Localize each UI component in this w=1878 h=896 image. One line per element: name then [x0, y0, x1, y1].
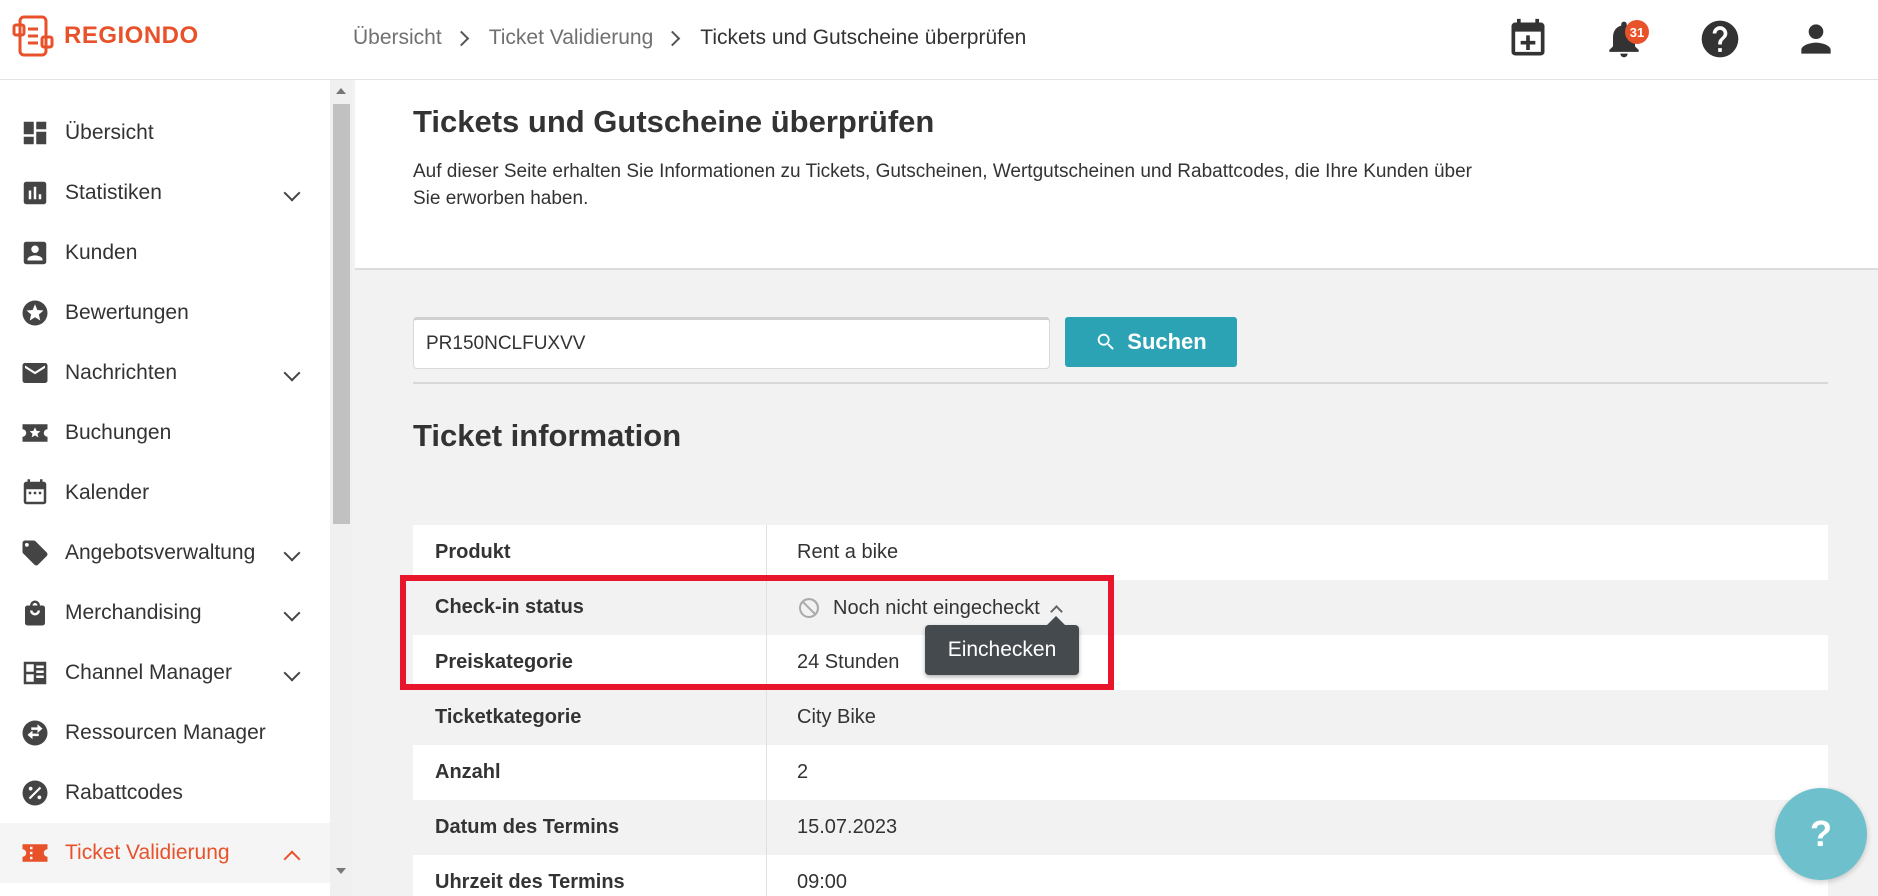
sidebar-item-label: Statistiken	[65, 181, 162, 204]
sidebar-item-label: Kalender	[65, 481, 150, 504]
row-value: 09:00	[797, 871, 848, 893]
sidebar-item-label: Buchungen	[65, 421, 172, 444]
breadcrumb-current: Tickets und Gutscheine überprüfen	[700, 26, 1027, 49]
sidebar-item-statistics[interactable]: Statistiken	[0, 163, 330, 223]
column-separator	[766, 525, 767, 580]
percent-icon	[20, 778, 50, 808]
table-row: Datum des Termins 15.07.2023	[413, 800, 1828, 855]
row-value: Rent a bike	[797, 541, 899, 563]
sidebar-item-offers[interactable]: Angebotsverwaltung	[0, 523, 330, 583]
row-key: Anzahl	[435, 761, 501, 783]
ticket-icon	[20, 838, 50, 868]
row-value: 2	[797, 761, 809, 783]
row-value: 15.07.2023	[797, 816, 898, 838]
sidebar-item-reviews[interactable]: Bewertungen	[0, 283, 330, 343]
star-icon	[20, 298, 50, 328]
scroll-up-icon[interactable]	[336, 88, 346, 94]
chevron-down-icon	[283, 184, 301, 202]
table-row: Anzahl 2	[413, 745, 1828, 800]
chevron-up-icon	[283, 850, 301, 868]
sidebar-item-ticket-validation[interactable]: Ticket Validierung	[0, 823, 330, 883]
column-separator	[766, 690, 767, 745]
sidebar-item-label: Channel Manager	[65, 661, 232, 684]
sidebar-item-label: Merchandising	[65, 601, 202, 624]
bar-chart-icon	[20, 178, 50, 208]
sidebar-item-bookings[interactable]: Buchungen	[0, 403, 330, 463]
help-chat-label: ?	[1810, 813, 1832, 854]
search-icon	[1097, 333, 1115, 350]
add-booking-button[interactable]	[1503, 14, 1553, 64]
sidebar-item-discount-codes[interactable]: Rabattcodes	[0, 763, 330, 823]
row-value: City Bike	[797, 706, 876, 728]
list-icon	[20, 658, 50, 688]
sidebar-item-label: Nachrichten	[65, 361, 178, 384]
chevron-down-icon	[283, 364, 301, 382]
sidebar-item-customers[interactable]: Kunden	[0, 223, 330, 283]
row-key: Uhrzeit des Termins	[435, 871, 625, 893]
help-circle-icon	[1701, 20, 1739, 58]
highlight-box	[400, 575, 1114, 690]
row-key: Datum des Termins	[435, 816, 620, 838]
page-title: Tickets und Gutscheine überprüfen	[413, 104, 935, 139]
account-button[interactable]	[1791, 14, 1841, 64]
sidebar-item-messages[interactable]: Nachrichten	[0, 343, 330, 403]
sidebar-item-label: Bewertungen	[65, 301, 189, 324]
column-separator	[766, 800, 767, 855]
mail-icon	[20, 358, 50, 388]
sidebar-item-label: Angebotsverwaltung	[65, 541, 256, 564]
breadcrumb-separator-icon	[665, 30, 681, 46]
shopping-bag-icon	[20, 598, 50, 628]
sidebar-item-label: Rabattcodes	[65, 781, 183, 804]
table-row: Ticketkategorie City Bike	[413, 690, 1828, 745]
sidebar-item-channel-manager[interactable]: Channel Manager	[0, 643, 330, 703]
sidebar: Übersicht Statistiken Kunden Bewertungen…	[0, 80, 330, 896]
sidebar-scroll-thumb[interactable]	[333, 104, 350, 524]
calendar-icon	[20, 478, 50, 508]
scroll-down-icon[interactable]	[336, 868, 346, 874]
sidebar-item-label: Ticket Validierung	[65, 841, 230, 864]
sidebar-item-overview[interactable]: Übersicht	[0, 103, 330, 163]
help-button[interactable]	[1695, 14, 1745, 64]
calendar-plus-icon	[1511, 18, 1545, 56]
search-button-label: Suchen	[1127, 329, 1207, 354]
chevron-down-icon	[283, 544, 301, 562]
notification-badge: 31	[1625, 20, 1649, 44]
help-chat-button[interactable]: ?	[1775, 788, 1867, 880]
page-description: Auf dieser Seite erhalten Sie Informatio…	[413, 161, 1473, 209]
booking-icon	[20, 418, 50, 448]
logo[interactable]: REGIONDO	[10, 13, 199, 59]
sidebar-item-resource-manager[interactable]: Ressourcen Manager	[0, 703, 330, 763]
chevron-down-icon	[283, 604, 301, 622]
column-separator	[766, 745, 767, 800]
sidebar-item-label: Kunden	[65, 241, 138, 264]
chevron-down-icon	[283, 664, 301, 682]
breadcrumb: Übersicht Ticket Validierung Tickets und…	[353, 26, 1026, 50]
sidebar-item-label: Übersicht	[65, 121, 154, 144]
sidebar-item-label: Ressourcen Manager	[65, 721, 266, 744]
contact-icon	[20, 238, 50, 268]
sidebar-item-calendar[interactable]: Kalender	[0, 463, 330, 523]
dashboard-icon	[20, 118, 50, 148]
table-row: Uhrzeit des Termins 09:00	[413, 855, 1828, 896]
user-icon	[1801, 24, 1831, 54]
row-key: Ticketkategorie	[435, 706, 582, 728]
top-bar: REGIONDO Übersicht Ticket Validierung Ti…	[0, 0, 1878, 80]
swap-icon	[20, 718, 50, 748]
tag-icon	[20, 538, 50, 568]
regiondo-logo-icon	[12, 15, 54, 57]
table-row: Produkt Rent a bike	[413, 525, 1828, 580]
search-input[interactable]	[413, 317, 1050, 369]
column-separator	[766, 855, 767, 896]
breadcrumb-separator-icon	[453, 30, 469, 46]
row-key: Produkt	[435, 541, 511, 563]
breadcrumb-overview[interactable]: Übersicht	[353, 26, 442, 50]
notifications-button[interactable]: 31	[1599, 14, 1649, 64]
breadcrumb-ticket-validation[interactable]: Ticket Validierung	[489, 26, 654, 50]
ticket-info-title: Ticket information	[413, 418, 682, 453]
sidebar-item-merchandising[interactable]: Merchandising	[0, 583, 330, 643]
divider	[413, 382, 1828, 384]
logo-text: REGIONDO	[64, 22, 199, 49]
search-button[interactable]: Suchen	[1065, 317, 1237, 367]
